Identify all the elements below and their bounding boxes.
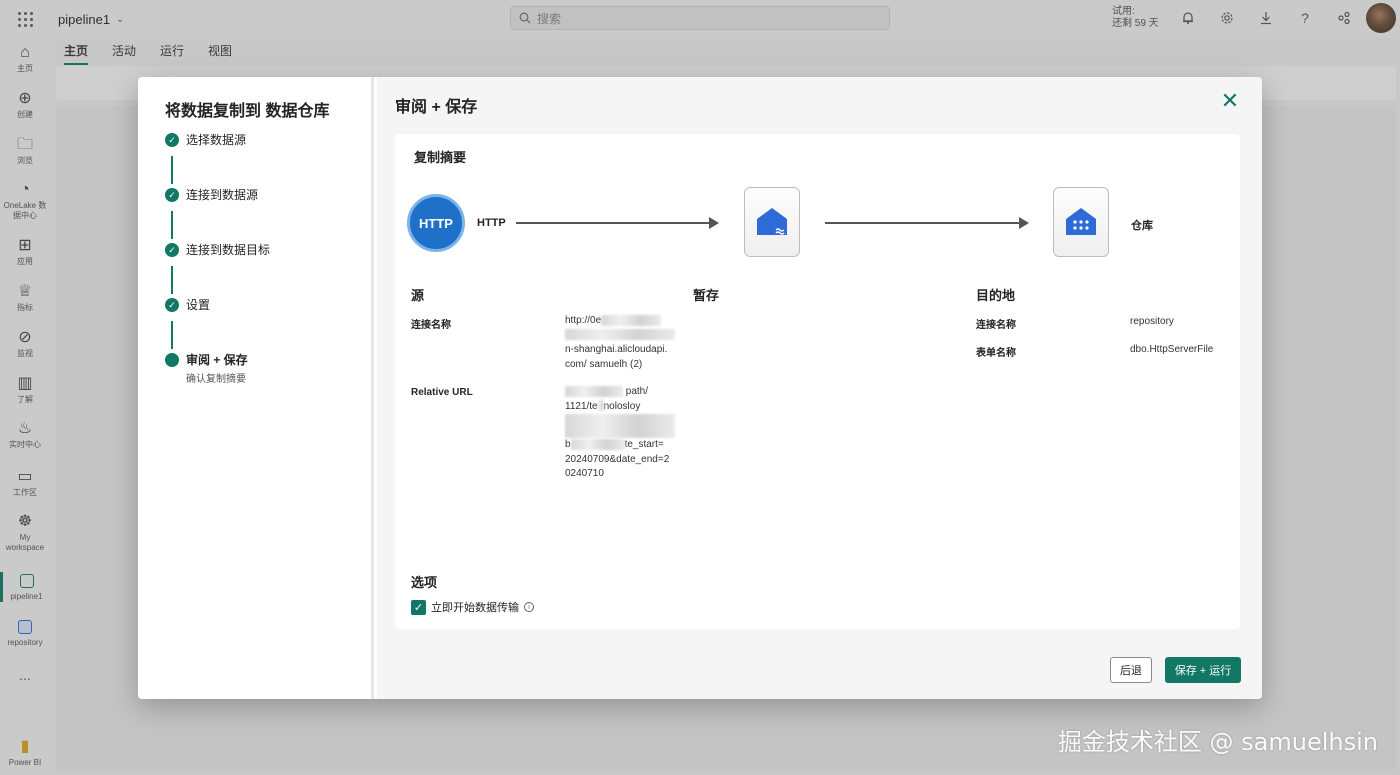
step-connector (171, 321, 173, 349)
start-transfer-option: ✓ 立即开始数据传输 i (411, 599, 534, 615)
source-type-label: HTTP (477, 217, 506, 229)
check-icon: ✓ (165, 133, 179, 147)
step-connect-source: ✓ 连接到数据源 (165, 188, 258, 202)
dialog-title: 审阅 + 保存 (395, 99, 478, 116)
current-step-dot (165, 353, 179, 367)
destination-type-label: 仓库 (1131, 220, 1153, 232)
step-label: 选择数据源 (186, 133, 247, 147)
start-transfer-label: 立即开始数据传输 (431, 602, 519, 614)
source-conn-value: http://0e n-shanghai.alicloudapi. com/ s… (565, 314, 677, 372)
copy-data-dialog: 将数据复制到 数据仓库 ✓ 选择数据源 ✓ 连接到数据源 ✓ 连接到数据目标 ✓… (138, 77, 1262, 699)
relative-url-value: path/ 1121/te nolosloy b te_start= 2024070… (565, 385, 677, 482)
warehouse-icon (1053, 187, 1109, 257)
step-label: 设置 (186, 298, 211, 312)
relative-url-line: 1121/te (565, 400, 598, 412)
step-label: 连接到数据源 (186, 188, 259, 202)
source-conn-line: com/ samuelh (2) (565, 358, 643, 370)
step-connector (171, 156, 173, 184)
copy-summary-card: 复制摘要 HTTP HTTP 仓库 源 连接名称 http://0e n-sha… (395, 134, 1240, 629)
check-icon: ✓ (165, 298, 179, 312)
step-connect-destination: ✓ 连接到数据目标 (165, 243, 270, 257)
source-conn-line: http://0e (565, 315, 602, 326)
http-icon: HTTP (407, 194, 465, 252)
staging-heading: 暂存 (693, 288, 720, 303)
save-run-button[interactable]: 保存 + 运行 (1165, 657, 1241, 683)
step-sublabel: 确认复制摘要 (186, 374, 246, 385)
http-icon-text: HTTP (419, 215, 453, 231)
relative-url-line: path/ (625, 386, 649, 397)
relative-url-line: nolosloy (603, 400, 641, 412)
relative-url-key: Relative URL (411, 387, 473, 398)
review-panel: 审阅 + 保存 ✕ 复制摘要 HTTP HTTP 仓库 源 连接名称 http:… (377, 77, 1262, 699)
dest-conn-value: repository (1130, 316, 1174, 327)
dest-table-value: dbo.HttpServerFile (1130, 344, 1214, 355)
dest-table-key: 表单名称 (976, 348, 1016, 359)
source-conn-key: 连接名称 (411, 320, 451, 331)
watermark: 掘金技术社区 @ samuelhsin (1057, 728, 1378, 756)
info-icon[interactable]: i (524, 602, 534, 612)
close-icon[interactable]: ✕ (1220, 90, 1240, 112)
start-transfer-checkbox[interactable]: ✓ (411, 599, 426, 615)
destination-heading: 目的地 (976, 288, 1016, 303)
relative-url-line: 20240709&date_end=2 (565, 453, 670, 465)
staging-icon (744, 187, 800, 257)
flow-arrow (825, 217, 1029, 229)
dest-conn-key: 连接名称 (976, 320, 1016, 331)
summary-title: 复制摘要 (414, 150, 467, 165)
wizard-title: 将数据复制到 数据仓库 (165, 103, 330, 120)
step-settings: ✓ 设置 (165, 298, 210, 312)
relative-url-line: 0240710 (565, 468, 604, 479)
check-icon: ✓ (165, 188, 179, 202)
options-heading: 选项 (411, 575, 438, 590)
wizard-steps-panel: 将数据复制到 数据仓库 ✓ 选择数据源 ✓ 连接到数据源 ✓ 连接到数据目标 ✓… (138, 77, 374, 699)
step-connector (171, 211, 173, 239)
source-conn-line: n-shanghai.alicloudapi. (565, 344, 668, 355)
flow-arrow (516, 217, 719, 229)
step-label: 审阅 + 保存 (186, 353, 248, 367)
relative-url-line: te_start= (624, 439, 664, 450)
step-review-save: 审阅 + 保存 确认复制摘要 (165, 353, 248, 385)
check-icon: ✓ (165, 243, 179, 257)
back-button[interactable]: 后退 (1110, 657, 1152, 683)
step-connector (171, 266, 173, 294)
source-heading: 源 (411, 288, 425, 303)
step-label: 连接到数据目标 (186, 243, 271, 257)
step-choose-source: ✓ 选择数据源 (165, 133, 246, 147)
